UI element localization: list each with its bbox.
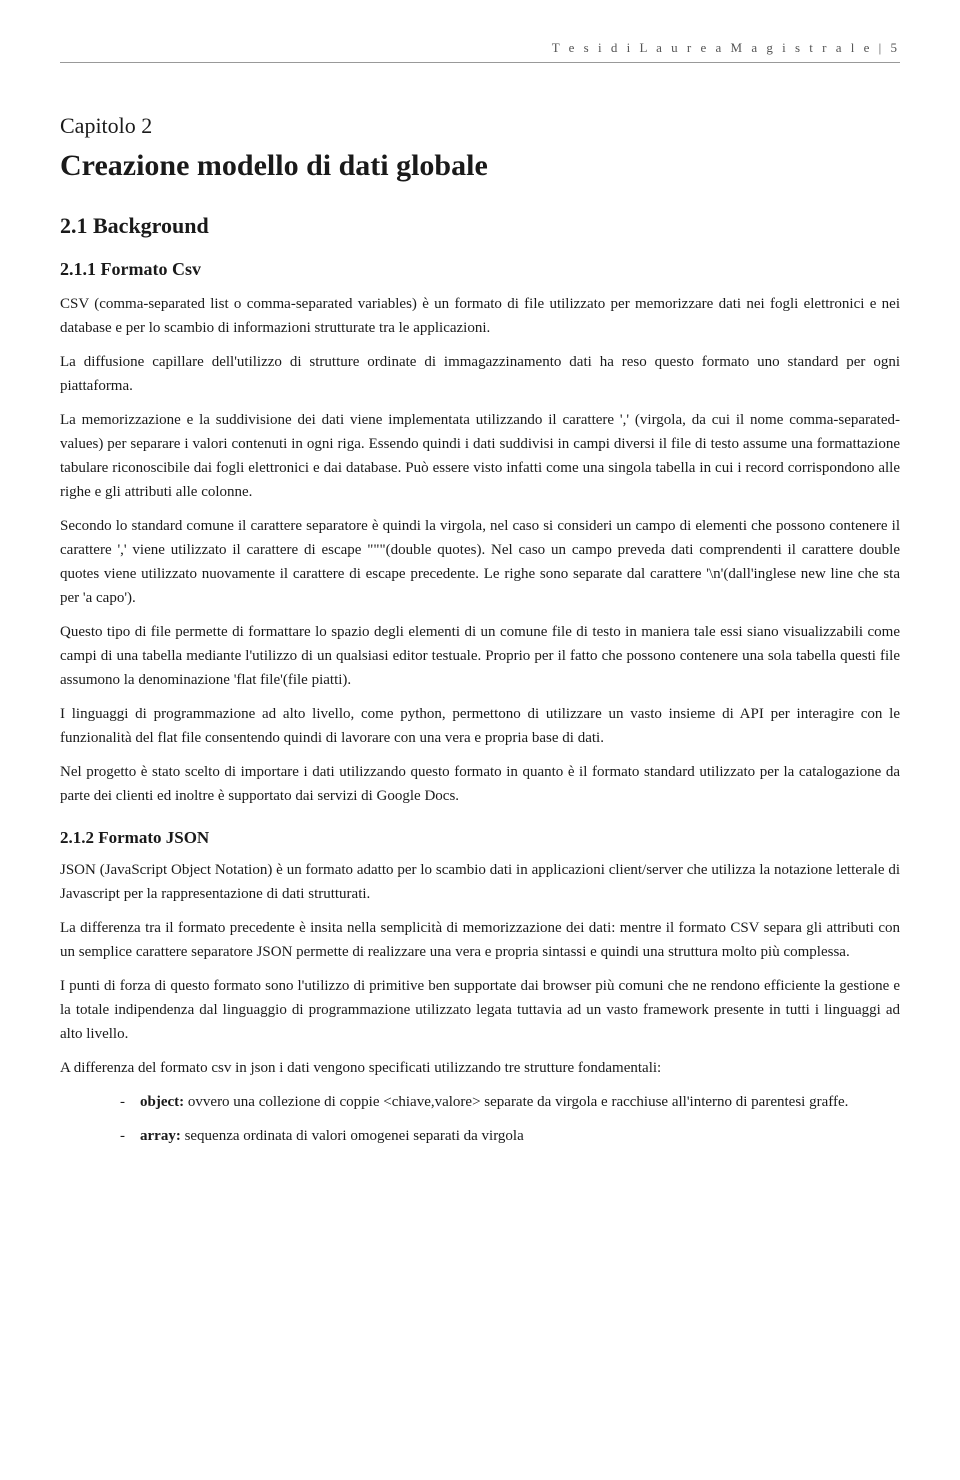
chapter-title: Creazione modello di dati globale [60, 149, 900, 183]
para-211-0: CSV (comma-separated list o comma-separa… [60, 292, 900, 340]
header-text: T e s i d i L a u r e a M a g i s t r a … [552, 40, 900, 55]
para-212-1: La differenza tra il formato precedente … [60, 916, 900, 964]
list-item-1-text: sequenza ordinata di valori omogenei sep… [185, 1128, 524, 1144]
list-item-0: object: ovvero una collezione di coppie … [120, 1090, 900, 1114]
subsection-211-title: 2.1.1 Formato Csv [60, 259, 900, 280]
list-item-0-text: ovvero una collezione di coppie <chiave,… [188, 1094, 848, 1110]
para-212-0: JSON (JavaScript Object Notation) è un f… [60, 858, 900, 906]
subsection-212-title: 2.1.2 Formato JSON [60, 828, 900, 848]
list-item-1: array: sequenza ordinata di valori omoge… [120, 1124, 900, 1148]
para-212-2: I punti di forza di questo formato sono … [60, 974, 900, 1046]
list-item-0-bold: object: [140, 1094, 184, 1110]
para-211-4: Questo tipo di file permette di formatta… [60, 620, 900, 692]
list-item-1-bold: array: [140, 1128, 181, 1144]
page: T e s i d i L a u r e a M a g i s t r a … [0, 0, 960, 1480]
para-211-6: Nel progetto è stato scelto di importare… [60, 760, 900, 808]
section-21-title: 2.1 Background [60, 213, 900, 239]
para-211-5: I linguaggi di programmazione ad alto li… [60, 702, 900, 750]
para-211-1: La diffusione capillare dell'utilizzo di… [60, 350, 900, 398]
json-structures-list: object: ovvero una collezione di coppie … [120, 1090, 900, 1148]
page-header: T e s i d i L a u r e a M a g i s t r a … [60, 40, 900, 63]
para-212-3: A differenza del formato csv in json i d… [60, 1056, 900, 1080]
para-211-3: Secondo lo standard comune il carattere … [60, 514, 900, 610]
para-211-2: La memorizzazione e la suddivisione dei … [60, 408, 900, 504]
chapter-label: Capitolo 2 [60, 113, 900, 139]
